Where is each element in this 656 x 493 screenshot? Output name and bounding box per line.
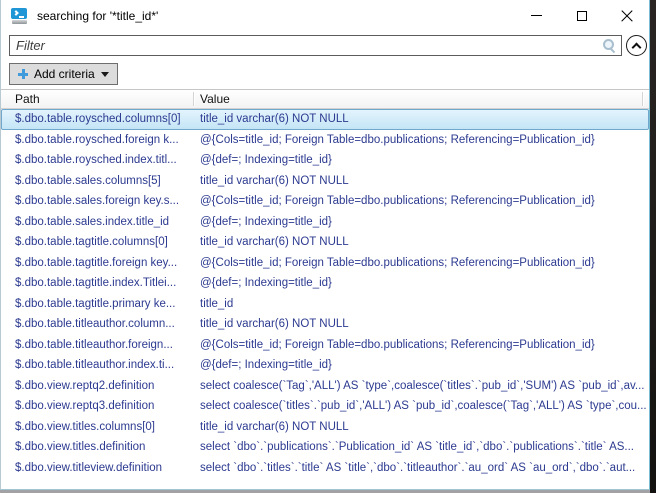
table-row[interactable]: $.dbo.table.tagtitle.foreign key... @{Col…	[1, 252, 649, 273]
value-cell: select `dbo`.`titles`.`title` AS `title`…	[200, 461, 636, 474]
chevron-down-icon	[100, 71, 109, 77]
path-cell: $.dbo.table.titleauthor.index.ti...	[15, 359, 175, 372]
value-cell: @{Cols=title_id; Foreign Table=dbo.publi…	[200, 195, 595, 208]
path-cell: $.dbo.table.roysched.foreign k...	[15, 133, 179, 146]
table-row[interactable]: $.dbo.view.reptq3.definition select coale…	[1, 396, 649, 417]
path-cell: $.dbo.table.roysched.index.titl...	[15, 154, 177, 167]
minimize-icon	[531, 15, 542, 16]
column-splitter[interactable]	[642, 92, 643, 106]
path-cell: $.dbo.table.sales.index.title_id	[15, 215, 170, 228]
window-controls	[514, 0, 649, 31]
path-cell: $.dbo.view.titles.definition	[15, 441, 146, 454]
grid-header: Path Value	[1, 89, 649, 109]
table-row[interactable]: $.dbo.table.tagtitle.primary ke... title_…	[1, 293, 649, 314]
table-row[interactable]: $.dbo.view.titleview.definition select `d…	[1, 457, 649, 478]
table-row[interactable]: $.dbo.table.sales.columns[5] title_id var…	[1, 170, 649, 191]
desktop-background: searching for '*title_id*' Add criteria	[0, 0, 656, 493]
filter-row	[1, 31, 649, 57]
value-cell: @{def=; Indexing=title_id}	[200, 359, 332, 372]
criteria-toolbar: Add criteria	[9, 63, 649, 85]
table-row[interactable]: $.dbo.table.titleauthor.index.ti... @{def…	[1, 355, 649, 376]
value-cell: @{def=; Indexing=title_id}	[200, 215, 332, 228]
table-row[interactable]: $.dbo.table.tagtitle.columns[0] title_id …	[1, 232, 649, 253]
powershell-icon	[11, 7, 28, 24]
table-row[interactable]: $.dbo.table.titleauthor.foreign... @{Cols…	[1, 334, 649, 355]
table-row[interactable]: $.dbo.table.roysched.columns[0] title_id …	[1, 109, 649, 130]
table-row[interactable]: $.dbo.table.sales.foreign key.s... @{Cols…	[1, 191, 649, 212]
maximize-button[interactable]	[559, 0, 604, 31]
collapse-criteria-button[interactable]	[626, 35, 647, 56]
path-cell: $.dbo.table.titleauthor.foreign...	[15, 338, 173, 351]
table-row[interactable]: $.dbo.table.roysched.foreign k... @{Cols=…	[1, 129, 649, 150]
table-row[interactable]: $.dbo.view.titles.columns[0] title_id var…	[1, 416, 649, 437]
path-cell: $.dbo.table.sales.foreign key.s...	[15, 195, 180, 208]
titlebar[interactable]: searching for '*title_id*'	[1, 0, 649, 31]
add-criteria-button[interactable]: Add criteria	[9, 63, 118, 85]
path-cell: $.dbo.table.sales.columns[5]	[15, 174, 161, 187]
value-cell: title_id varchar(6) NOT NULL	[200, 174, 349, 187]
path-cell: $.dbo.view.titles.columns[0]	[15, 420, 155, 433]
add-criteria-label: Add criteria	[34, 67, 95, 81]
column-splitter[interactable]	[193, 92, 194, 106]
value-cell: @{Cols=title_id; Foreign Table=dbo.publi…	[200, 133, 595, 146]
value-cell: title_id varchar(6) NOT NULL	[200, 236, 349, 249]
table-row[interactable]: $.dbo.table.sales.index.title_id @{def=; …	[1, 211, 649, 232]
filter-input[interactable]	[9, 35, 622, 56]
path-cell: $.dbo.table.tagtitle.index.Titlei...	[15, 277, 177, 290]
grid-body: $.dbo.table.roysched.columns[0] title_id …	[1, 109, 649, 478]
close-icon	[620, 9, 634, 23]
chevron-up-icon	[631, 42, 642, 52]
path-cell: $.dbo.table.tagtitle.columns[0]	[15, 236, 168, 249]
path-cell: $.dbo.view.reptq3.definition	[15, 400, 155, 413]
path-cell: $.dbo.view.titleview.definition	[15, 461, 163, 474]
value-cell: select coalesce(`titles`.`pub_id`,'ALL')…	[200, 400, 647, 413]
value-cell: title_id varchar(6) NOT NULL	[200, 113, 349, 126]
value-cell: @{Cols=title_id; Foreign Table=dbo.publi…	[200, 256, 595, 269]
value-cell: @{def=; Indexing=title_id}	[200, 277, 332, 290]
results-grid: Path Value $.dbo.table.roysched.columns[…	[1, 89, 649, 478]
value-cell: @{def=; Indexing=title_id}	[200, 154, 332, 167]
table-row[interactable]: $.dbo.table.titleauthor.column... title_i…	[1, 314, 649, 335]
out-gridview-window: searching for '*title_id*' Add criteria	[0, 0, 650, 490]
value-cell: select coalesce(`Tag`,'ALL') AS `type`,c…	[200, 379, 645, 392]
path-cell: $.dbo.table.roysched.columns[0]	[15, 113, 181, 126]
column-header-path[interactable]: Path	[1, 92, 194, 106]
path-cell: $.dbo.table.titleauthor.column...	[15, 318, 175, 331]
value-cell: title_id	[200, 297, 234, 310]
value-cell: title_id varchar(6) NOT NULL	[200, 420, 349, 433]
table-row[interactable]: $.dbo.table.tagtitle.index.Titlei... @{de…	[1, 273, 649, 294]
window-title: searching for '*title_id*'	[37, 8, 159, 23]
table-row[interactable]: $.dbo.view.reptq2.definition select coale…	[1, 375, 649, 396]
path-cell: $.dbo.view.reptq2.definition	[15, 379, 155, 392]
value-cell: @{Cols=title_id; Foreign Table=dbo.publi…	[200, 338, 595, 351]
maximize-icon	[576, 10, 587, 21]
value-cell: select `dbo`.`publications`.`Publication…	[200, 441, 634, 454]
path-cell: $.dbo.table.tagtitle.foreign key...	[15, 256, 178, 269]
table-row[interactable]: $.dbo.table.roysched.index.titl... @{def=…	[1, 150, 649, 171]
path-cell: $.dbo.table.tagtitle.primary ke...	[15, 297, 176, 310]
plus-icon	[18, 69, 28, 79]
column-header-value[interactable]: Value	[194, 92, 649, 106]
table-row[interactable]: $.dbo.view.titles.definition select `dbo`…	[1, 437, 649, 458]
filter-box	[9, 35, 622, 56]
minimize-button[interactable]	[514, 0, 559, 31]
value-cell: title_id varchar(6) NOT NULL	[200, 318, 349, 331]
close-button[interactable]	[604, 0, 649, 31]
